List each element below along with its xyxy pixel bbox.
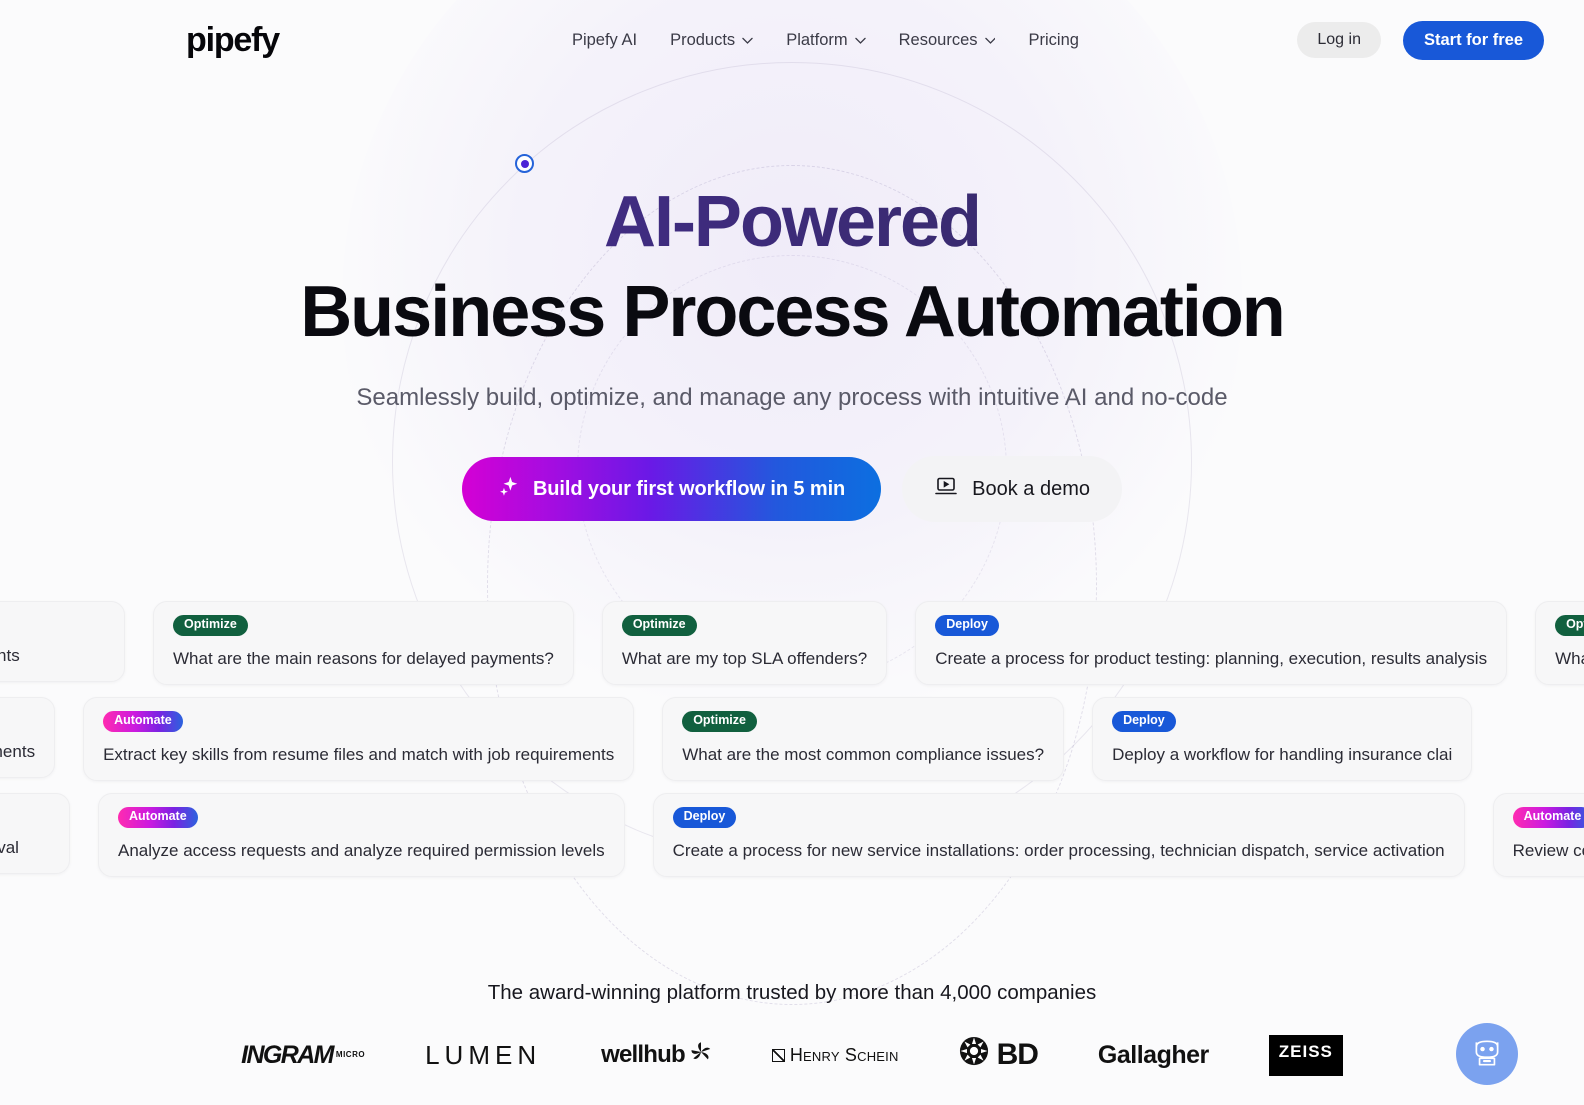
logo-ingram-sub: MICRO xyxy=(335,1049,366,1059)
sparkle-icon xyxy=(498,475,520,503)
prompt-card[interactable]: nt feedback and suggest service enhancem… xyxy=(0,697,56,779)
hero-title-line-2: Business Process Automation xyxy=(300,272,1286,352)
start-for-free-button[interactable]: Start for free xyxy=(1402,20,1544,60)
logo-ingram-main: INGRAM xyxy=(241,1040,334,1069)
book-demo-label: Book a demo xyxy=(972,477,1091,500)
nav-label: Pipefy AI xyxy=(571,30,638,49)
pipefy-logo[interactable]: pipefy xyxy=(186,23,280,57)
nav-item-pricing[interactable]: Pricing xyxy=(1029,31,1079,50)
prompt-card-text: st improvements xyxy=(0,646,20,665)
pinwheel-icon xyxy=(690,1041,712,1070)
chevron-down-icon xyxy=(742,37,753,44)
chevron-down-icon xyxy=(854,37,866,44)
logo-ingram-micro: INGRAM MICRO xyxy=(241,1035,365,1075)
status-badge: Automate xyxy=(1512,807,1584,828)
prompt-card-row-3[interactable]: oduction, approval Automate Analyze acce… xyxy=(0,793,1584,877)
prompt-card-text: Deploy a workflow for handling insurance… xyxy=(1112,744,1453,764)
trust-headline: The award-winning platform trusted by mo… xyxy=(487,981,1097,1004)
logo-zeiss: ZEISS xyxy=(1268,1034,1343,1076)
prompt-card[interactable]: Deploy Create a process for product test… xyxy=(915,601,1508,685)
logo-henry-schein: Henry Schein xyxy=(771,1035,899,1075)
build-workflow-label: Build your first workflow in 5 min xyxy=(532,477,846,500)
site-header: pipefy Pipefy AI Products Platform Resou… xyxy=(0,0,1584,80)
prompt-card-text: Create a process for product testing: pl… xyxy=(935,648,1488,668)
nav-item-pipefy-ai[interactable]: Pipefy AI xyxy=(572,31,637,50)
nav-label: Products xyxy=(670,30,736,49)
prompt-card[interactable]: Optimize What are the most common compli… xyxy=(662,697,1065,781)
nav-item-resources[interactable]: Resources xyxy=(899,31,996,50)
nav-label: Resources xyxy=(898,30,978,49)
henry-schein-mark-icon xyxy=(771,1048,785,1062)
prompt-card-text: Analyze access requests and analyze requ… xyxy=(118,840,605,860)
bd-burst-icon xyxy=(959,1036,989,1074)
logo-gallagher: Gallagher xyxy=(1097,1040,1209,1069)
prompt-card-row-2[interactable]: nt feedback and suggest service enhancem… xyxy=(0,697,1584,781)
status-badge: Automate xyxy=(103,711,183,732)
prompt-card-text: Extract key skills from resume files and… xyxy=(103,744,615,764)
prompt-card[interactable]: Optimize What are my top SLA offenders? xyxy=(601,601,888,685)
trust-section: The award-winning platform trusted by mo… xyxy=(0,981,1584,1076)
prompt-card[interactable]: Automate Extract key skills from resume … xyxy=(83,697,635,781)
status-badge: Optimize xyxy=(682,711,757,732)
prompt-card-text: oduction, approval xyxy=(0,838,19,857)
logo-henry-text: Henry Schein xyxy=(789,1044,899,1065)
prompt-card[interactable]: Deploy Create a process for new service … xyxy=(652,793,1465,877)
status-badge: Automate xyxy=(118,807,198,828)
status-badge: Deploy xyxy=(935,615,999,636)
header-actions: Log in Start for free xyxy=(1297,20,1544,60)
hero-title-line-1: AI-Powered xyxy=(0,186,1584,264)
prompt-cards-carousel: st improvements Optimize What are the ma… xyxy=(0,601,1584,877)
prompt-card-text: What are the most common t xyxy=(1555,648,1584,668)
logo-wellhub: wellhub xyxy=(601,1035,712,1075)
prompt-card-row-1[interactable]: st improvements Optimize What are the ma… xyxy=(0,601,1584,685)
prompt-card-text: Create a process for new service install… xyxy=(672,840,1445,860)
nav-label: Pricing xyxy=(1028,30,1079,49)
prompt-card[interactable]: Automate Analyze access requests and ana… xyxy=(98,793,625,877)
prompt-card[interactable]: oduction, approval xyxy=(0,793,70,875)
login-button[interactable]: Log in xyxy=(1297,22,1381,58)
main-navigation: Pipefy AI Products Platform Resources Pr… xyxy=(572,31,1079,50)
prompt-card[interactable]: st improvements xyxy=(0,601,125,683)
nav-item-products[interactable]: Products xyxy=(670,31,753,50)
build-workflow-button[interactable]: Build your first workflow in 5 min xyxy=(461,457,882,521)
hero-subtitle: Seamlessly build, optimize, and manage a… xyxy=(356,384,1228,411)
prompt-card[interactable]: Deploy Deploy a workflow for handling in… xyxy=(1092,697,1473,781)
hero-section: AI-Powered Business Process Automation S… xyxy=(0,80,1584,522)
status-badge: Optimize xyxy=(173,615,248,636)
status-badge: Optimize xyxy=(621,615,697,636)
status-badge: Deploy xyxy=(672,807,737,828)
logo-bd-text: BD xyxy=(996,1038,1039,1071)
prompt-card-text: What are the most common compliance issu… xyxy=(682,744,1045,764)
prompt-card[interactable]: Optimize What are the main reasons for d… xyxy=(153,601,574,685)
chevron-down-icon xyxy=(984,37,996,44)
customer-logo-strip: INGRAM MICRO LUMEN wellhub Henry Schein xyxy=(0,1034,1584,1076)
logo-zeiss-text: ZEISS xyxy=(1268,1034,1343,1076)
hero-cta-row: Build your first workflow in 5 min Book … xyxy=(0,456,1584,522)
logo-wellhub-text: wellhub xyxy=(601,1041,686,1068)
prompt-card-text: What are my top SLA offenders? xyxy=(621,648,868,668)
prompt-card-text: nt feedback and suggest service enhancem… xyxy=(0,742,36,761)
prompt-card-text: What are the main reasons for delayed pa… xyxy=(173,648,554,668)
nav-item-platform[interactable]: Platform xyxy=(786,30,866,50)
logo-bd: BD xyxy=(959,1035,1039,1075)
status-badge: Optimize xyxy=(1555,615,1584,636)
prompt-card-text: Review contract files an xyxy=(1512,840,1584,860)
prompt-card[interactable]: Optimize What are the most common t xyxy=(1535,601,1584,685)
book-demo-button[interactable]: Book a demo xyxy=(902,456,1123,522)
laptop-play-icon xyxy=(934,474,958,504)
nav-label: Platform xyxy=(786,30,848,49)
prompt-card[interactable]: Automate Review contract files an xyxy=(1492,793,1584,877)
logo-lumen: LUMEN xyxy=(425,1039,542,1070)
page-title: AI-Powered Business Process Automation xyxy=(0,186,1584,348)
status-badge: Deploy xyxy=(1112,711,1176,732)
